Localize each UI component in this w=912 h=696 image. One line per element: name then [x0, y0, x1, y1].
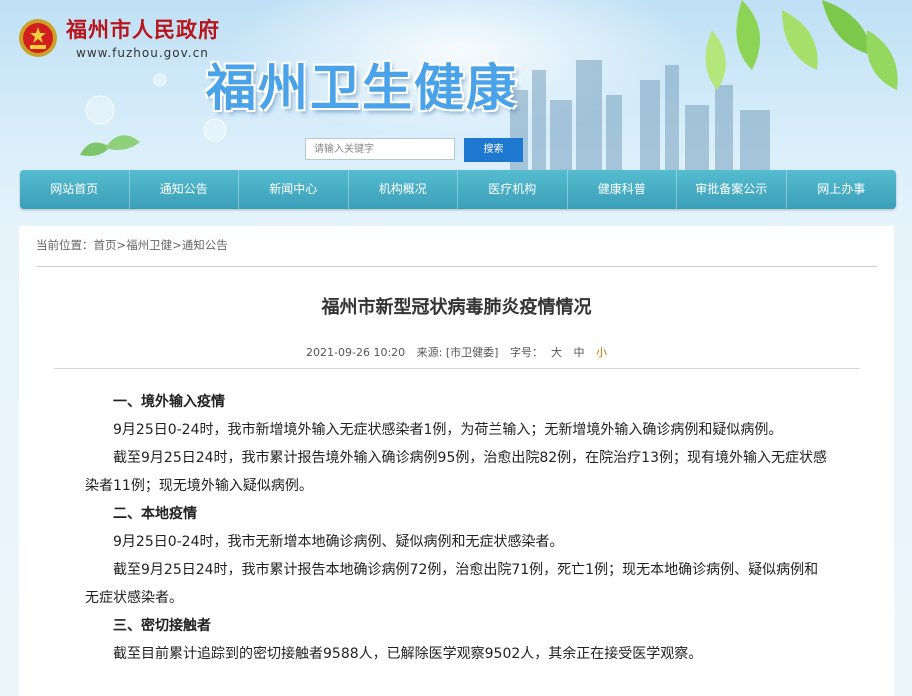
content-panel: 当前位置：首页>福州卫健>通知公告 福州市新型冠状病毒肺炎疫情情况 2021-0… — [19, 226, 894, 696]
article-paragraph: 截至9月25日24时，我市累计报告本地确诊病例72例，治愈出院71例，死亡1例；… — [85, 562, 819, 606]
article-source: 来源: [市卫健委] — [416, 346, 499, 359]
font-size-large-button[interactable]: 大 — [551, 346, 562, 359]
main-nav: 网站首页 通知公告 新闻中心 机构概况 医疗机构 健康科普 审批备案公示 网上办… — [20, 170, 896, 209]
breadcrumb-home-link[interactable]: 首页 — [94, 238, 117, 252]
article-body: 一、境外输入疫情 9月25日0-24时，我市新增境外输入无症状感染者1例，为荷兰… — [85, 388, 829, 668]
national-emblem-icon — [19, 19, 57, 57]
font-size-medium-button[interactable]: 中 — [573, 346, 584, 359]
nav-item-home[interactable]: 网站首页 — [20, 170, 130, 209]
breadcrumb-separator: > — [172, 238, 182, 252]
nav-item-organization[interactable]: 机构概况 — [349, 170, 458, 209]
section-heading: 一、境外输入疫情 — [113, 394, 225, 410]
article-paragraph: 9月25日0-24时，我市无新增本地确诊病例、疑似病例和无症状感染者。 — [113, 534, 564, 550]
search-button[interactable]: 搜索 — [464, 138, 523, 162]
breadcrumb-section-link[interactable]: 福州卫健 — [126, 238, 172, 252]
breadcrumb-separator: > — [116, 238, 127, 252]
header-banner: 福州市人民政府 www.fuzhou.gov.cn 福州卫生健康 请输入关键字 … — [0, 0, 912, 170]
article-paragraph: 截至9月25日24时，我市累计报告境外输入确诊病例95例，治愈出院82例，在院治… — [85, 450, 827, 494]
font-size-small-button[interactable]: 小 — [596, 346, 607, 359]
nav-item-health-education[interactable]: 健康科普 — [568, 170, 677, 209]
article-date: 2021-09-26 10:20 — [306, 346, 406, 359]
breadcrumb-current-link[interactable]: 通知公告 — [182, 238, 228, 252]
section-heading: 三、密切接触者 — [113, 618, 211, 634]
article-title: 福州市新型冠状病毒肺炎疫情情况 — [321, 297, 592, 318]
site-title: 福州卫生健康 — [206, 59, 518, 117]
nav-item-notices[interactable]: 通知公告 — [130, 170, 239, 209]
breadcrumb-divider — [36, 266, 877, 267]
article-paragraph: 截至目前累计追踪到的密切接触者9588人，已解除医学观察9502人，其余正在接受… — [113, 646, 703, 662]
breadcrumb-prefix: 当前位置： — [36, 238, 94, 252]
article-paragraph: 9月25日0-24时，我市新增境外输入无症状感染者1例，为荷兰输入；无新增境外输… — [113, 422, 783, 438]
section-heading: 二、本地疫情 — [113, 506, 197, 522]
nav-item-online-services[interactable]: 网上办事 — [787, 170, 897, 209]
article-meta: 2021-09-26 10:20 来源: [市卫健委] 字号： 大 中 小 — [19, 344, 894, 360]
nav-item-medical-institutions[interactable]: 医疗机构 — [458, 170, 568, 209]
article-divider — [54, 368, 860, 369]
font-size-label: 字号： — [509, 346, 543, 359]
nav-item-approval-records[interactable]: 审批备案公示 — [677, 170, 787, 209]
gov-name[interactable]: 福州市人民政府 — [66, 14, 220, 44]
breadcrumb: 当前位置：首页>福州卫健>通知公告 — [36, 237, 228, 253]
nav-item-news[interactable]: 新闻中心 — [239, 170, 349, 209]
leaves-decoration — [705, 0, 898, 90]
gov-url[interactable]: www.fuzhou.gov.cn — [76, 46, 209, 60]
search-input[interactable]: 请输入关键字 — [305, 138, 455, 160]
